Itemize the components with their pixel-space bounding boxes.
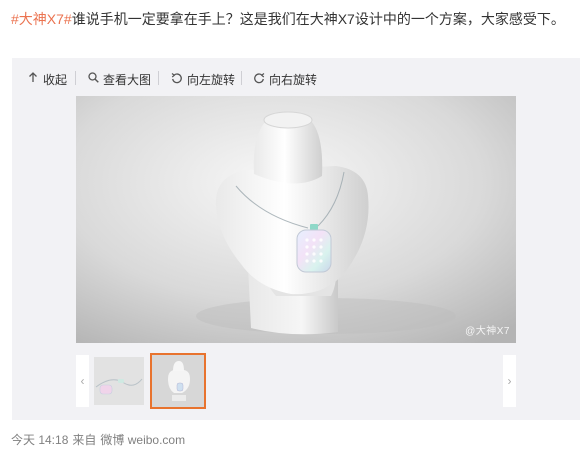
toolbar-divider — [241, 71, 242, 85]
toolbar-divider — [158, 71, 159, 85]
hashtag-link[interactable]: #大神X7# — [11, 11, 72, 27]
rotate-right-button[interactable]: 向右旋转 — [252, 69, 317, 89]
source-prefix: 来自 — [72, 433, 97, 447]
rotate-left-icon — [170, 72, 184, 87]
rotate-right-label: 向右旋转 — [269, 72, 318, 87]
thumbnail-2-selected[interactable] — [150, 353, 206, 409]
magnifier-icon — [86, 72, 100, 86]
post-time[interactable]: 今天 14:18 — [11, 431, 68, 448]
post-footer: 今天 14:18 来自 微博 weibo.com — [11, 431, 185, 448]
rotate-left-label: 向左旋转 — [187, 72, 236, 87]
arrow-up-icon — [26, 72, 40, 86]
rotate-left-button[interactable]: 向左旋转 — [170, 69, 235, 89]
source-link[interactable]: 微博 weibo.com — [100, 431, 185, 448]
media-panel: 收起 查看大图 向左旋转 向右旋转 @大神X7 ‹ › — [12, 58, 580, 420]
rotate-right-icon — [252, 72, 266, 87]
toolbar-divider — [75, 71, 76, 85]
image-watermark: @大神X7 — [465, 326, 510, 337]
image-toolbar: 收起 查看大图 向左旋转 向右旋转 — [12, 58, 580, 96]
post-text: #大神X7#谁说手机一定要拿在手上？这是我们在大神X7设计中的一个方案，大家感受… — [11, 8, 571, 30]
collapse-label: 收起 — [43, 72, 68, 87]
view-large-label: 查看大图 — [103, 72, 152, 87]
photo-render — [76, 96, 516, 343]
main-photo-necklace-on-bust[interactable]: @大神X7 — [76, 96, 516, 343]
thumbnail-strip — [76, 353, 516, 409]
post-body: 谁说手机一定要拿在手上？这是我们在大神X7设计中的一个方案，大家感受下。 — [71, 11, 565, 27]
view-large-button[interactable]: 查看大图 — [86, 69, 151, 89]
collapse-button[interactable]: 收起 — [26, 69, 67, 89]
thumbnail-1-image — [94, 357, 144, 405]
thumbnail-1[interactable] — [94, 357, 144, 405]
chevron-right-icon: › — [507, 374, 512, 388]
thumbnail-2-image — [152, 355, 204, 407]
thumbnail-next-button[interactable]: › — [503, 355, 516, 407]
